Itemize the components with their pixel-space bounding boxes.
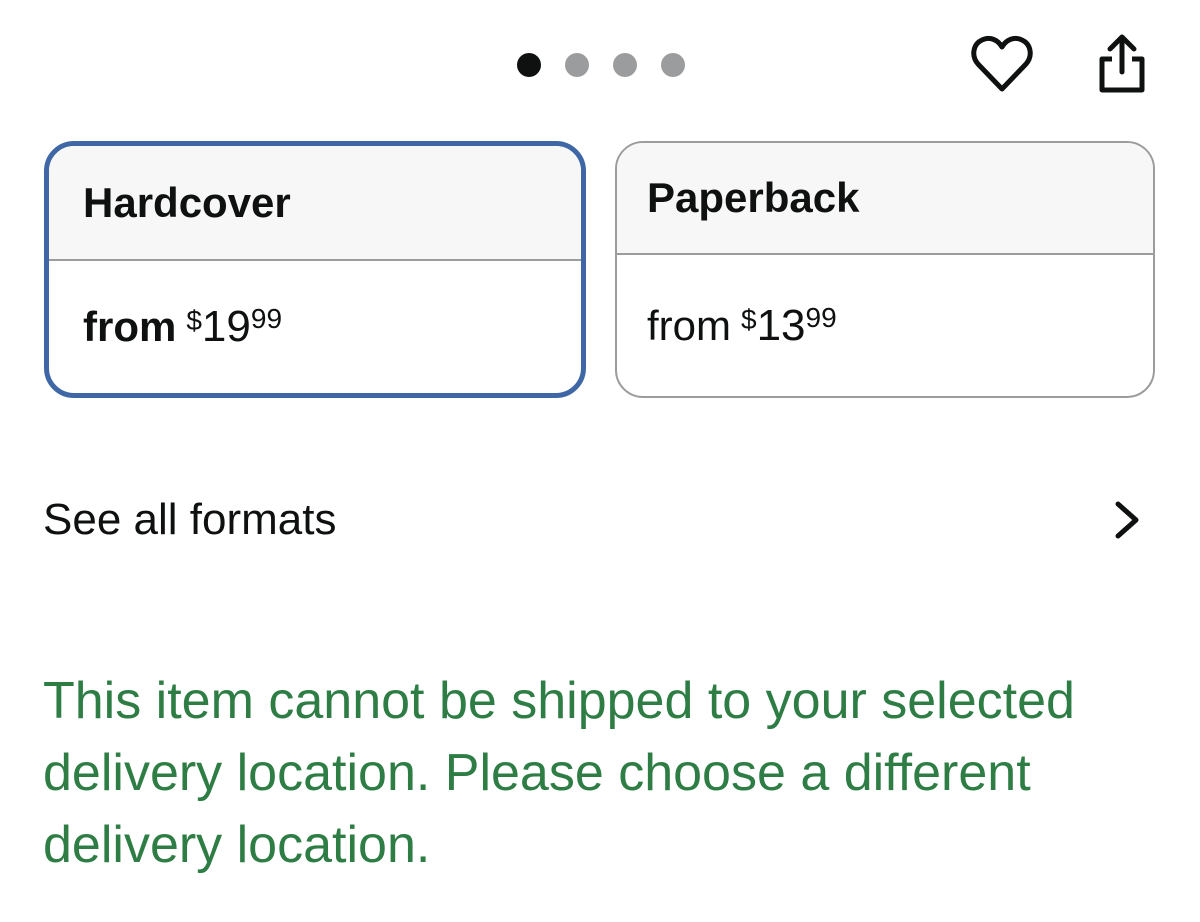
format-price: from $ 19 99 xyxy=(49,261,581,393)
format-option-hardcover[interactable]: Hardcover from $ 19 99 xyxy=(44,141,586,398)
price-prefix: from xyxy=(647,301,731,349)
carousel-dot[interactable] xyxy=(661,53,685,77)
share-icon[interactable] xyxy=(1092,32,1152,96)
format-option-paperback[interactable]: Paperback from $ 13 99 xyxy=(615,141,1155,398)
carousel-dot-active[interactable] xyxy=(517,53,541,77)
price-whole: 13 xyxy=(756,300,806,350)
price-cents: 99 xyxy=(805,301,837,333)
format-price: from $ 13 99 xyxy=(617,255,1153,396)
see-all-formats-link[interactable]: See all formats xyxy=(0,480,1200,560)
price-currency: $ xyxy=(741,303,757,335)
price-value: $ 19 99 xyxy=(186,305,282,349)
price-whole: 19 xyxy=(201,302,251,351)
price-prefix: from xyxy=(83,303,177,350)
carousel-dot[interactable] xyxy=(613,53,637,77)
format-name: Hardcover xyxy=(49,146,581,261)
format-name: Paperback xyxy=(617,143,1153,255)
delivery-warning-message: This item cannot be shipped to your sele… xyxy=(43,672,1075,874)
price-value: $ 13 99 xyxy=(741,300,837,350)
heart-icon[interactable] xyxy=(970,33,1034,95)
carousel-dot[interactable] xyxy=(565,53,589,77)
price-cents: 99 xyxy=(250,303,283,334)
carousel-indicator xyxy=(517,53,685,77)
chevron-right-icon xyxy=(1115,501,1139,539)
price-currency: $ xyxy=(186,305,202,336)
see-all-formats-label: See all formats xyxy=(43,495,337,544)
